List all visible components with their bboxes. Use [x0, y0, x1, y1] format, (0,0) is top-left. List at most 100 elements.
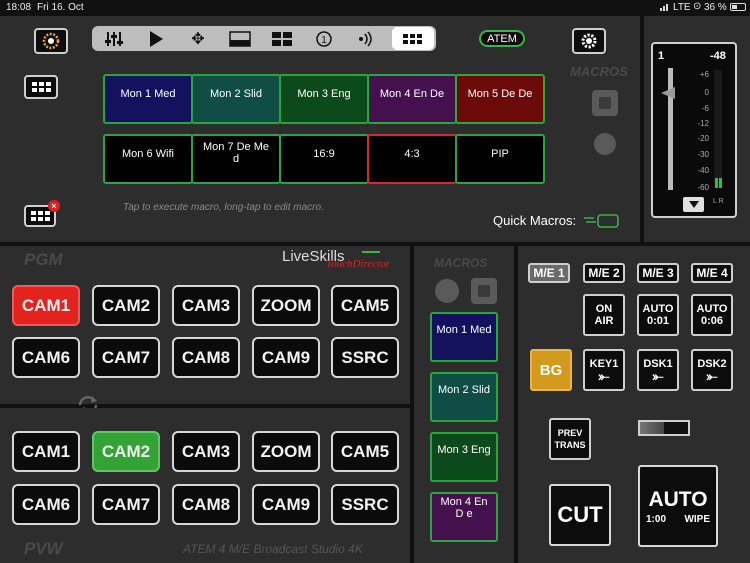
scale-label: -60 [697, 183, 709, 192]
play-icon[interactable] [136, 26, 176, 51]
pgm-cam-button[interactable]: SSRC [331, 337, 399, 378]
pvw-cam-button[interactable]: CAM1 [12, 431, 80, 472]
transition-fan-icon: ⤜ [706, 368, 718, 384]
macros-label: MACROS [570, 64, 628, 79]
macro-grid-button[interactable] [24, 75, 58, 99]
grid-icon[interactable] [392, 27, 434, 50]
status-time: 18:08 [6, 2, 32, 13]
t-bar-slider[interactable] [638, 420, 690, 436]
quick-macros-toggle[interactable] [584, 214, 620, 233]
me-button[interactable]: M/E 4 [691, 263, 733, 283]
one-icon[interactable]: 1 [304, 26, 344, 51]
pgm-cam-button[interactable]: CAM1 [12, 285, 80, 326]
auto-time: 0:01 [646, 315, 670, 327]
logo-button[interactable] [34, 28, 68, 54]
macro-button[interactable]: Mon 4 En De [367, 74, 457, 124]
audio-scale: +6 0 -6 -12 -20 -30 -40 -60 [685, 70, 709, 192]
pgm-cam-button[interactable]: CAM2 [92, 285, 160, 326]
view-toolbar: ✥ 1 [92, 26, 436, 51]
pgm-cam-button[interactable]: CAM7 [92, 337, 160, 378]
audio-channel: 1 [658, 50, 665, 62]
close-icon[interactable]: × [48, 200, 60, 212]
side-macros-label: MACROS [434, 256, 488, 270]
multiview-icon[interactable] [262, 26, 302, 51]
transition-fan-icon: ⤜ [598, 368, 610, 384]
macro-run-button[interactable] [594, 133, 616, 155]
pvw-label: PVW [24, 539, 63, 558]
pvw-cam-button[interactable]: CAM7 [92, 484, 160, 525]
toggle-icon [584, 214, 619, 228]
grid-icon [31, 211, 50, 221]
t-bar-handle[interactable] [640, 422, 664, 434]
pvw-cam-button[interactable]: CAM9 [252, 484, 320, 525]
bg-button[interactable]: BG [530, 349, 572, 391]
me-button[interactable]: M/E 2 [583, 263, 625, 283]
on-air-button[interactable]: ON AIR [583, 294, 625, 336]
macro-button[interactable]: PIP [455, 134, 545, 184]
battery-percent: 36 % [704, 2, 727, 13]
scale-label: -30 [697, 150, 709, 159]
stop-icon [478, 285, 490, 297]
scale-label: -20 [697, 134, 709, 143]
pgm-cam-button[interactable]: ZOOM [252, 285, 320, 326]
pgm-cam-button[interactable]: CAM9 [252, 337, 320, 378]
atem-badge[interactable]: ATEM [479, 30, 525, 47]
settings-button[interactable] [572, 28, 606, 54]
pgm-cam-button[interactable]: CAM3 [172, 285, 240, 326]
pvw-cam-button[interactable]: CAM8 [172, 484, 240, 525]
auto-time: 0:06 [700, 315, 724, 327]
macro-button[interactable]: 16:9 [279, 134, 369, 184]
scale-label: -12 [697, 119, 709, 128]
auto-dsk-button[interactable]: AUTO 0:06 [691, 294, 733, 336]
fader-handle-icon[interactable] [661, 86, 679, 104]
move-icon[interactable]: ✥ [178, 26, 218, 51]
pgm-cam-button[interactable]: CAM8 [172, 337, 240, 378]
side-macro-button[interactable]: Mon 2 Slid [430, 372, 498, 422]
cut-button[interactable]: CUT [549, 484, 611, 546]
macro-button[interactable]: Mon 1 Med [103, 74, 193, 124]
battery-icon [730, 3, 746, 11]
side-macro-record-button[interactable] [471, 278, 497, 304]
macro-button[interactable]: Mon 3 Eng [279, 74, 369, 124]
side-macro-run-button[interactable] [435, 279, 459, 303]
pvw-cam-button[interactable]: CAM2 [92, 431, 160, 472]
lower-third-icon[interactable] [220, 26, 260, 51]
macro-button[interactable]: 4:3 [367, 134, 457, 184]
key1-button[interactable]: KEY1 ⤜ [583, 349, 625, 391]
audio-icon[interactable] [346, 26, 386, 51]
auto-key-button[interactable]: AUTO 0:01 [637, 294, 679, 336]
audio-level: -48 [710, 50, 726, 62]
pgm-cam-button[interactable]: CAM5 [331, 285, 399, 326]
side-macro-button[interactable]: Mon 4 En D e [430, 492, 498, 542]
macro-button[interactable]: Mon 6 Wifi [103, 134, 193, 184]
chevron-down-icon [688, 201, 699, 208]
macro-button[interactable]: Mon 7 De Me d [191, 134, 281, 184]
prev-trans-button[interactable]: PREV TRANS [549, 418, 591, 460]
me-button[interactable]: M/E 1 [528, 263, 570, 283]
gear-dots-icon [42, 32, 60, 50]
status-date: Fri 16. Oct [37, 2, 84, 13]
pgm-cam-button[interactable]: CAM6 [12, 337, 80, 378]
auto-transition-button[interactable]: AUTO 1:00 WIPE [638, 465, 718, 547]
macro-button[interactable]: Mon 2 Slid [191, 74, 281, 124]
pvw-cam-button[interactable]: CAM6 [12, 484, 80, 525]
dsk1-button[interactable]: DSK1 ⤜ [637, 349, 679, 391]
pvw-cam-button[interactable]: SSRC [331, 484, 399, 525]
macro-record-button[interactable] [592, 90, 618, 116]
tally-indicator [362, 251, 380, 253]
pvw-cam-button[interactable]: ZOOM [252, 431, 320, 472]
brand-sub-label: TouchDirector [326, 258, 390, 270]
audio-expand-button[interactable] [683, 197, 704, 212]
pvw-cam-button[interactable]: CAM5 [331, 431, 399, 472]
scale-label: +6 [699, 70, 709, 79]
side-macro-button[interactable]: Mon 1 Med [430, 312, 498, 362]
dsk2-button[interactable]: DSK2 ⤜ [691, 349, 733, 391]
macro-button[interactable]: Mon 5 De De [455, 74, 545, 124]
auto-big-info: 1:00 WIPE [646, 514, 710, 525]
mixer-icon[interactable] [94, 26, 134, 51]
auto-label: AUTO [696, 303, 728, 315]
pvw-cam-button[interactable]: CAM3 [172, 431, 240, 472]
side-macro-button[interactable]: Mon 3 Eng [430, 432, 498, 482]
gear-icon [581, 33, 597, 49]
me-button[interactable]: M/E 3 [637, 263, 679, 283]
